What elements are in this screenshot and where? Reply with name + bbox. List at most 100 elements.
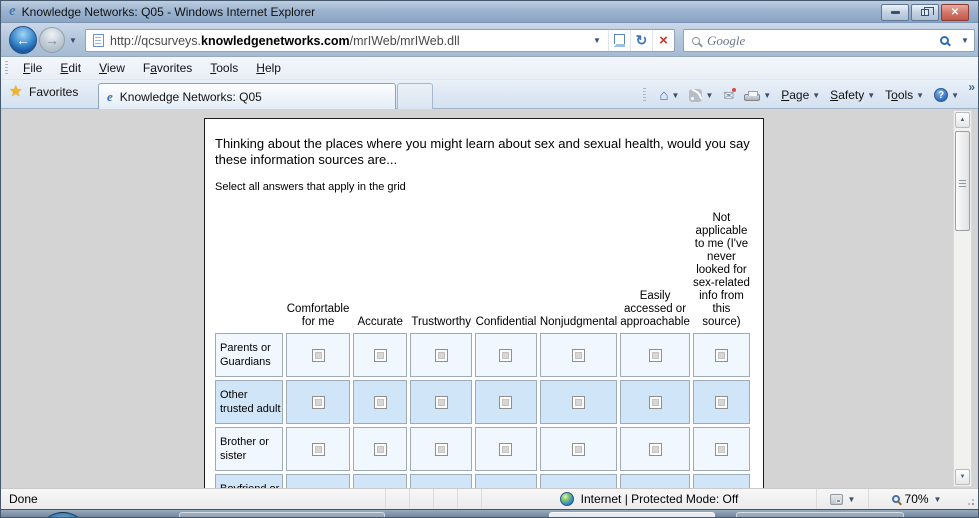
home-button[interactable]: ⌂ ▼ xyxy=(656,86,682,105)
grid-cell xyxy=(539,427,618,471)
tab-knowledge-networks[interactable]: e Knowledge Networks: Q05 xyxy=(98,83,396,109)
history-dropdown[interactable]: ▼ xyxy=(69,36,77,45)
checkbox[interactable] xyxy=(714,348,728,362)
checkbox[interactable] xyxy=(648,395,662,409)
scrollbar-thumb[interactable] xyxy=(955,131,970,231)
zoom-icon xyxy=(891,495,900,503)
internet-zone-icon xyxy=(559,492,574,506)
resize-grip[interactable] xyxy=(964,489,978,509)
overflow-chevron-icon[interactable]: » xyxy=(968,80,975,94)
grid-cell xyxy=(539,474,618,488)
compatibility-view-button[interactable] xyxy=(608,30,630,51)
taskbar-button[interactable] xyxy=(549,512,715,517)
chevron-down-icon: ▼ xyxy=(933,494,942,504)
forward-button[interactable]: → xyxy=(39,27,65,53)
checkbox[interactable] xyxy=(648,348,662,362)
menu-view[interactable]: View xyxy=(90,58,134,78)
zoom-control[interactable]: 70% ▼ xyxy=(868,489,964,509)
read-mail-button[interactable]: ✉ xyxy=(720,87,737,104)
chevron-down-icon: ▼ xyxy=(763,90,772,100)
print-button[interactable]: ▼ xyxy=(741,87,774,103)
minimize-icon xyxy=(890,11,900,14)
scroll-up-button[interactable]: ▲ xyxy=(955,112,970,128)
checkbox[interactable] xyxy=(499,395,513,409)
grid-cell xyxy=(620,427,690,471)
restore-button[interactable] xyxy=(911,4,939,21)
favorites-label: Favorites xyxy=(29,85,79,99)
grid-cell xyxy=(286,474,350,488)
address-bar[interactable]: http://qcsurveys.knowledgenetworks.com/m… xyxy=(85,29,675,52)
command-bar-grip xyxy=(643,88,647,102)
menu-favorites[interactable]: Favorites xyxy=(134,58,201,78)
checkbox[interactable] xyxy=(648,442,662,456)
checkbox[interactable] xyxy=(499,348,513,362)
scroll-down-button[interactable]: ▼ xyxy=(955,469,970,485)
new-tab-stub[interactable] xyxy=(397,83,433,109)
checkbox[interactable] xyxy=(572,348,585,362)
safety-menu-button[interactable]: Safety ▼ xyxy=(827,86,878,104)
checkbox[interactable] xyxy=(572,395,585,409)
checkbox[interactable] xyxy=(373,395,387,409)
grid-row-label: Boyfriend or Girlfriend xyxy=(215,474,284,488)
address-dropdown[interactable]: ▼ xyxy=(586,30,608,51)
grid-cell xyxy=(410,427,473,471)
taskbar-button[interactable] xyxy=(736,512,904,517)
url-text[interactable]: http://qcsurveys.knowledgenetworks.com/m… xyxy=(110,34,586,48)
checkbox[interactable] xyxy=(373,348,387,362)
grid-cell xyxy=(352,474,408,488)
taskbar-button[interactable] xyxy=(179,512,385,517)
vertical-scrollbar[interactable]: ▲ ▼ xyxy=(953,110,972,487)
rss-feed-icon xyxy=(689,88,703,102)
close-icon: ✕ xyxy=(950,7,960,18)
grid-cell xyxy=(410,333,473,377)
start-button[interactable] xyxy=(37,512,89,517)
checkbox[interactable] xyxy=(311,395,325,409)
security-zone[interactable]: Internet | Protected Mode: Off xyxy=(481,489,816,509)
grid-cell xyxy=(692,333,750,377)
stop-icon: × xyxy=(659,32,668,49)
toolbar-grip xyxy=(5,61,8,75)
grid-cell xyxy=(475,333,537,377)
checkbox[interactable] xyxy=(434,442,448,456)
grid-row-label: Brother or sister xyxy=(215,427,284,471)
search-go-button[interactable] xyxy=(932,30,956,51)
refresh-button[interactable]: ↻ xyxy=(630,30,652,51)
page-menu-button[interactable]: Page ▼ xyxy=(778,86,823,104)
tools-menu-button[interactable]: Tools ▼ xyxy=(882,86,927,104)
checkbox[interactable] xyxy=(572,442,585,456)
search-go-icon xyxy=(940,36,949,45)
close-button[interactable]: ✕ xyxy=(941,4,969,21)
safety-report-icon xyxy=(829,493,843,505)
grid-row: Boyfriend or Girlfriend xyxy=(215,474,750,488)
favorites-button[interactable]: Favorites xyxy=(9,82,79,100)
menu-file[interactable]: File xyxy=(14,58,51,78)
checkbox[interactable] xyxy=(311,348,325,362)
search-options-dropdown[interactable]: ▼ xyxy=(956,36,974,45)
help-menu-button[interactable]: ? ▼ xyxy=(931,86,962,104)
favorites-bar: Favorites e Knowledge Networks: Q05 ⌂▼ ▼… xyxy=(1,80,978,109)
grid-cell xyxy=(475,427,537,471)
grid-cell xyxy=(692,474,750,488)
stop-button[interactable]: × xyxy=(652,30,674,51)
menu-help[interactable]: Help xyxy=(247,58,290,78)
search-icon xyxy=(692,36,700,45)
grid-corner-cell xyxy=(215,198,283,330)
checkbox[interactable] xyxy=(311,442,325,456)
menu-edit[interactable]: Edit xyxy=(51,58,90,78)
safety-report-button[interactable]: ▼ xyxy=(816,489,868,509)
checkbox[interactable] xyxy=(373,442,387,456)
minimize-button[interactable] xyxy=(881,4,909,21)
search-box[interactable]: Google ▼ xyxy=(683,29,975,52)
checkbox[interactable] xyxy=(434,348,448,362)
help-icon: ? xyxy=(934,88,949,102)
zone-text: Internet | Protected Mode: Off xyxy=(580,492,739,506)
status-bar: Done Internet | Protected Mode: Off ▼ 70… xyxy=(1,488,978,509)
checkbox[interactable] xyxy=(714,442,728,456)
checkbox[interactable] xyxy=(434,395,448,409)
menu-tools[interactable]: Tools xyxy=(201,58,247,78)
home-icon: ⌂ xyxy=(659,86,669,104)
checkbox[interactable] xyxy=(714,395,728,409)
back-button[interactable]: ← xyxy=(9,26,37,54)
feeds-button[interactable]: ▼ xyxy=(686,87,716,104)
checkbox[interactable] xyxy=(499,442,513,456)
